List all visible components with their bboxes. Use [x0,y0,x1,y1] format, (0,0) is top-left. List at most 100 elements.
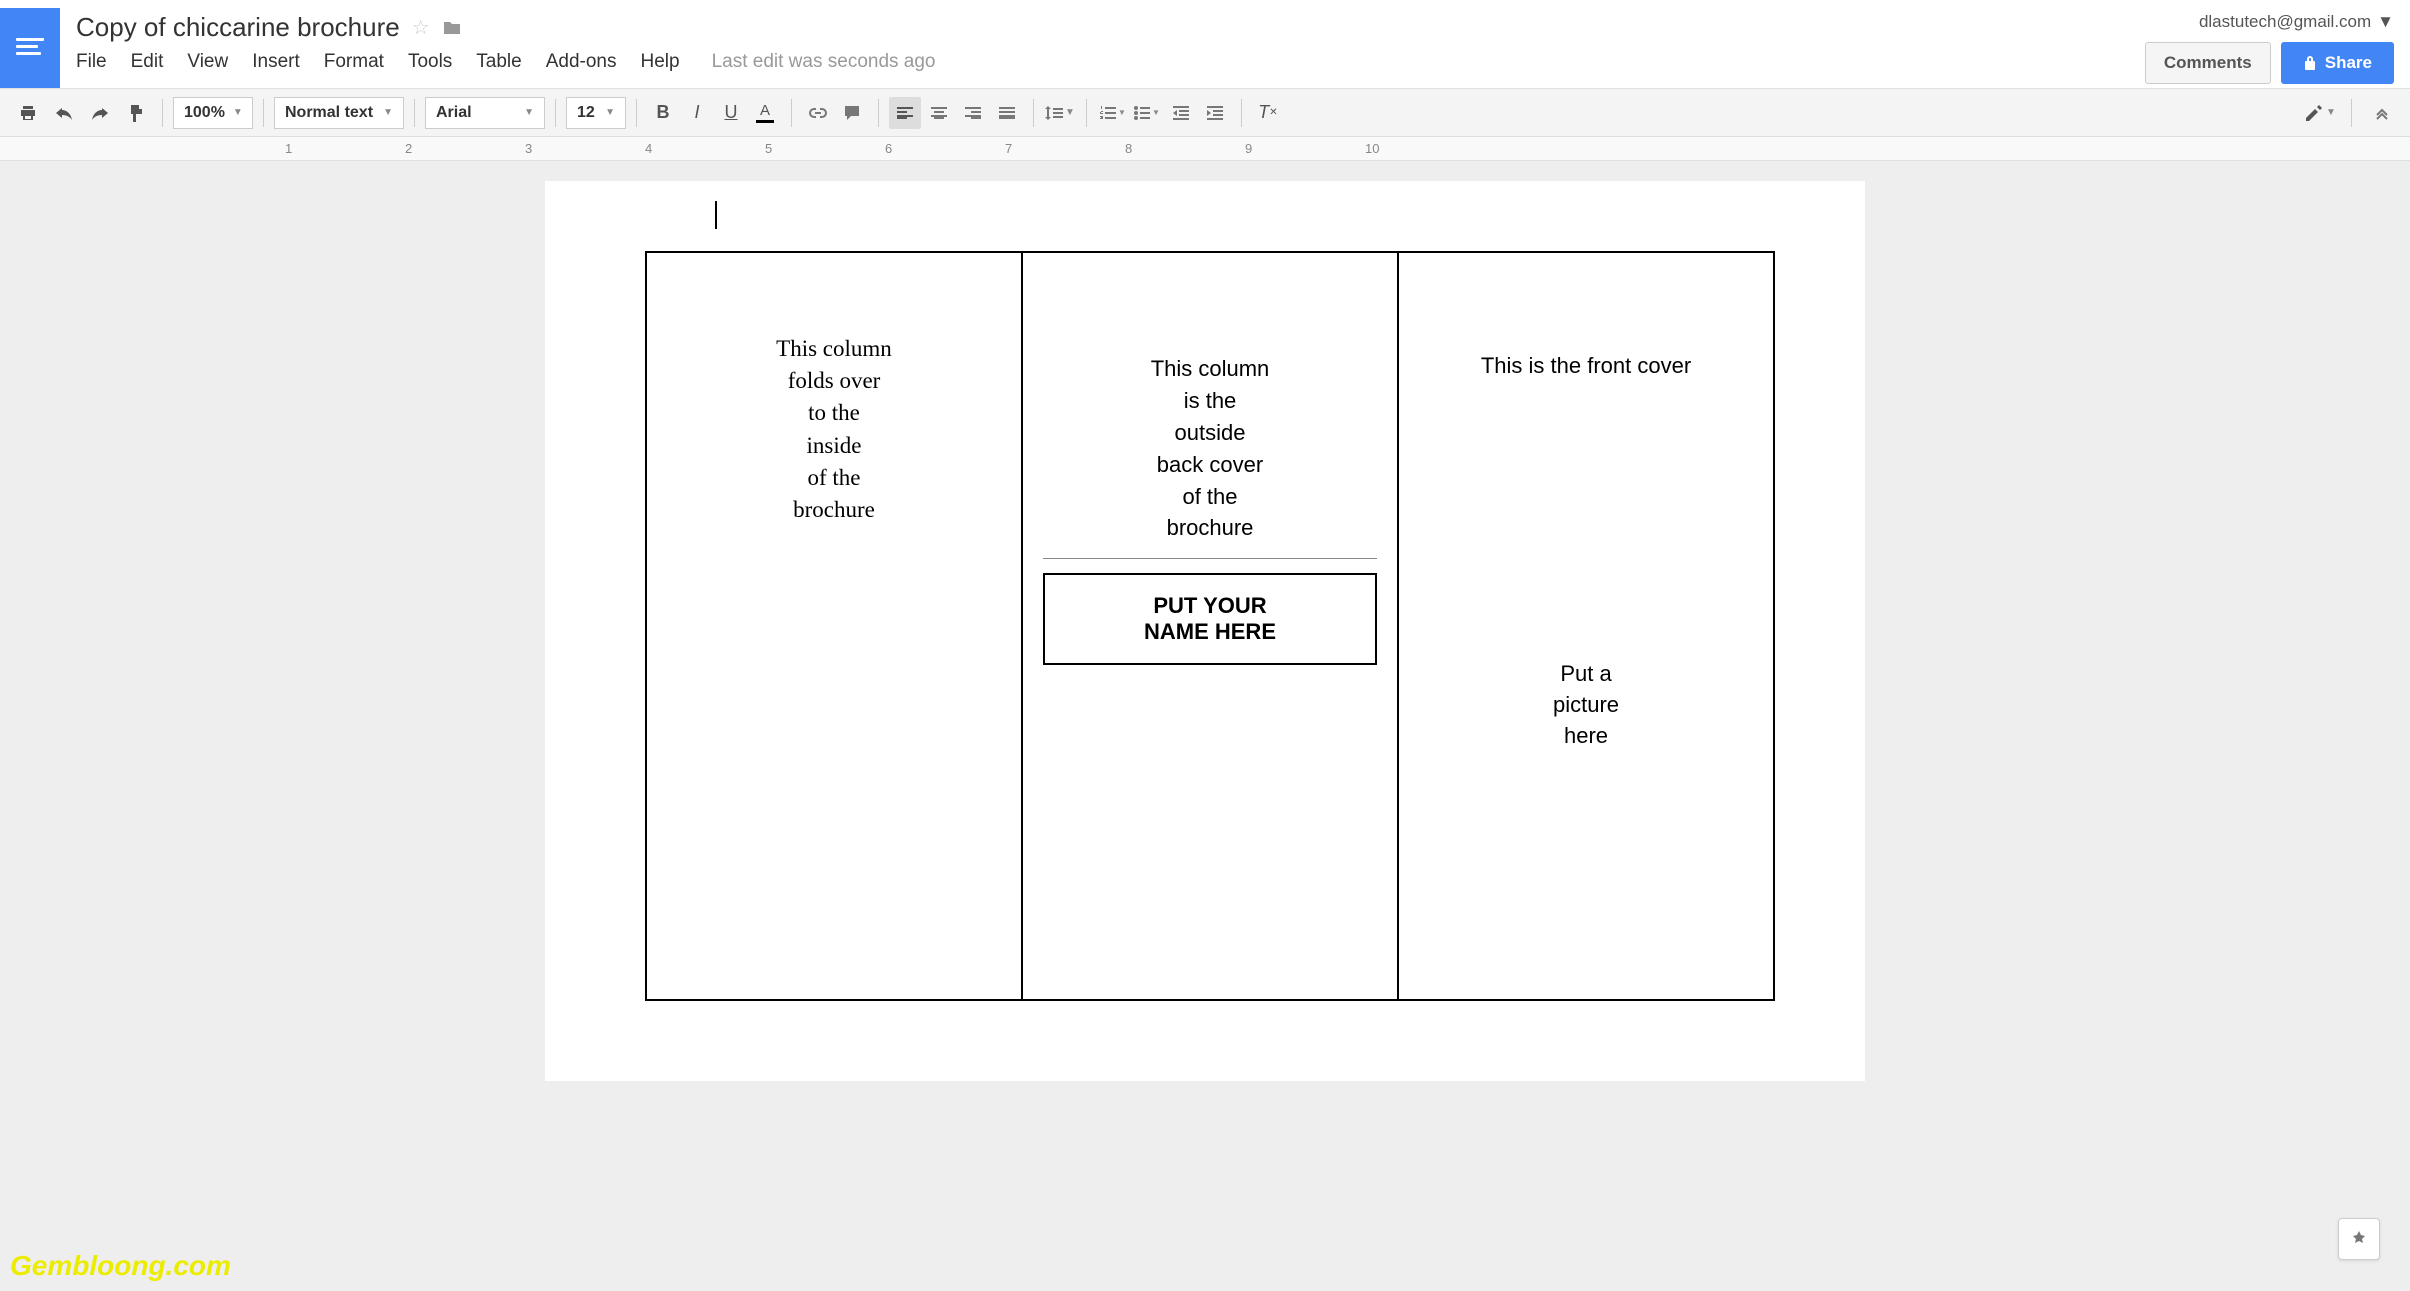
last-edit-text[interactable]: Last edit was seconds ago [712,51,936,73]
align-right-button[interactable] [957,97,989,129]
header-main: Copy of chiccarine brochure ☆ File Edit … [76,8,2145,83]
share-label: Share [2325,53,2372,73]
editing-mode-button[interactable]: ▼ [2305,97,2337,129]
toolbar: 100%▼ Normal text▼ Arial▼ 12▼ B I U A ▼ … [0,89,2410,137]
caret-down-icon: ▼ [2326,107,2336,118]
menu-addons[interactable]: Add-ons [546,51,617,73]
separator [1086,99,1087,127]
ruler-number: 2 [405,141,412,156]
menu-help[interactable]: Help [641,51,680,73]
app-header: Copy of chiccarine brochure ☆ File Edit … [0,0,2410,89]
user-account[interactable]: dlastutech@gmail.com ▼ [2199,12,2394,32]
font-select[interactable]: Arial▼ [425,97,545,129]
document-title[interactable]: Copy of chiccarine brochure [76,12,400,43]
line-spacing-button[interactable]: ▼ [1044,97,1076,129]
header-buttons: Comments Share [2145,42,2394,84]
ruler-number: 7 [1005,141,1012,156]
bold-button[interactable]: B [647,97,679,129]
document-page[interactable]: This column folds over to the inside of … [545,181,1865,1081]
separator [878,99,879,127]
folder-icon[interactable] [442,20,462,36]
collapse-toolbar-button[interactable] [2366,97,2398,129]
menu-view[interactable]: View [187,51,228,73]
explore-button[interactable] [2338,1218,2380,1260]
separator [414,99,415,127]
align-group [889,97,1023,129]
ruler-number: 10 [1365,141,1379,156]
bulleted-list-button[interactable]: ▼ [1131,97,1163,129]
panel-1-text[interactable]: This column folds over to the inside of … [667,333,1001,526]
text-cursor [715,201,717,229]
caret-down-icon: ▼ [233,107,243,118]
insert-comment-button[interactable] [836,97,868,129]
ruler-number: 3 [525,141,532,156]
share-button[interactable]: Share [2281,42,2394,84]
ruler-number: 1 [285,141,292,156]
menu-tools[interactable]: Tools [408,51,452,73]
increase-indent-button[interactable] [1199,97,1231,129]
zoom-select[interactable]: 100%▼ [173,97,253,129]
panel-3-picture-text[interactable]: Put a picture here [1419,659,1753,751]
comments-button[interactable]: Comments [2145,42,2271,84]
ruler-number: 4 [645,141,652,156]
underline-button[interactable]: U [715,97,747,129]
caret-down-icon: ▼ [1065,107,1075,118]
redo-button[interactable] [84,97,116,129]
lock-icon [2303,55,2317,71]
text-format-group: B I U A [647,97,781,129]
brochure-table[interactable]: This column folds over to the inside of … [645,251,1775,1001]
undo-button[interactable] [48,97,80,129]
brochure-panel-3[interactable]: This is the front cover Put a picture he… [1399,253,1773,999]
caret-down-icon: ▼ [605,107,615,118]
star-icon[interactable]: ☆ [412,15,430,40]
text-color-button[interactable]: A [749,97,781,129]
align-center-button[interactable] [923,97,955,129]
separator [263,99,264,127]
clear-formatting-button[interactable]: T✕ [1252,97,1284,129]
italic-button[interactable]: I [681,97,713,129]
caret-down-icon: ▼ [524,107,534,118]
menu-bar: File Edit View Insert Format Tools Table… [76,43,2145,83]
caret-down-icon: ▼ [2377,12,2394,32]
brochure-panel-1[interactable]: This column folds over to the inside of … [647,253,1023,999]
separator [1241,99,1242,127]
ruler-number: 5 [765,141,772,156]
user-email-text: dlastutech@gmail.com [2199,12,2371,32]
brochure-panel-2[interactable]: This column is the outside back cover of… [1023,253,1399,999]
panel-3-title[interactable]: This is the front cover [1419,353,1753,379]
menu-edit[interactable]: Edit [131,51,164,73]
insert-link-button[interactable] [802,97,834,129]
header-right: dlastutech@gmail.com ▼ Comments Share [2145,8,2394,84]
menu-table[interactable]: Table [476,51,521,73]
separator [555,99,556,127]
align-justify-button[interactable] [991,97,1023,129]
numbered-list-button[interactable]: ▼ [1097,97,1129,129]
print-button[interactable] [12,97,44,129]
docs-logo[interactable] [0,8,60,88]
paragraph-style-select[interactable]: Normal text▼ [274,97,404,129]
toolbar-right: ▼ [2305,97,2398,129]
ruler-number: 6 [885,141,892,156]
watermark: Gembloong.com [10,1250,231,1282]
horizontal-ruler[interactable]: 1 2 3 4 5 6 7 8 9 10 [0,137,2410,161]
separator [636,99,637,127]
align-left-button[interactable] [889,97,921,129]
caret-down-icon: ▼ [1152,108,1160,117]
separator [2351,99,2352,127]
paint-format-button[interactable] [120,97,152,129]
separator [1033,99,1034,127]
docs-logo-icon [16,38,44,58]
menu-format[interactable]: Format [324,51,384,73]
document-canvas[interactable]: This column folds over to the inside of … [0,161,2410,1291]
title-row: Copy of chiccarine brochure ☆ [76,8,2145,43]
insert-group [802,97,868,129]
menu-insert[interactable]: Insert [252,51,300,73]
name-box[interactable]: PUT YOUR NAME HERE [1043,573,1377,665]
caret-down-icon: ▼ [1118,108,1126,117]
panel-2-text[interactable]: This column is the outside back cover of… [1043,353,1377,544]
menu-file[interactable]: File [76,51,107,73]
list-group: ▼ ▼ [1097,97,1231,129]
font-size-select[interactable]: 12▼ [566,97,626,129]
decrease-indent-button[interactable] [1165,97,1197,129]
ruler-number: 8 [1125,141,1132,156]
